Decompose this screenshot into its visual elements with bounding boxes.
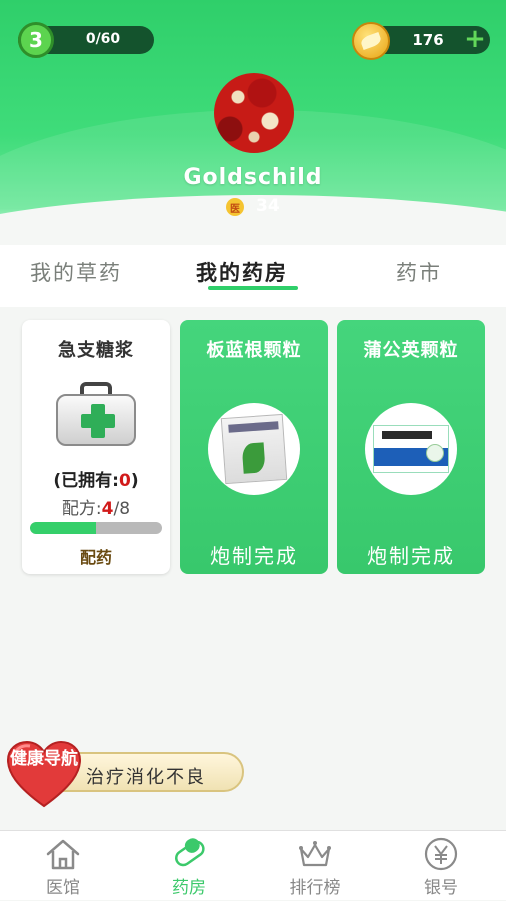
crown-icon [299,841,331,867]
nav-label: 药房 [172,878,206,898]
processing-complete-status: 炮制完成 [210,544,298,568]
banlangen-package-icon [208,403,300,495]
doctor-badge-icon: 医 [226,198,244,216]
tab-my-pharmacy[interactable]: 我的药房 [196,257,288,287]
dandelion-package-icon [365,403,457,495]
medicine-card-cough-syrup[interactable]: 急支糖浆 (已拥有:0) 配方:4/8 配药 [22,320,170,574]
add-coins-plus-icon[interactable]: + [464,26,486,52]
nav-item-leaderboard[interactable]: 排行榜 [252,831,378,901]
bottom-nav: 医馆 药房 排行榜 银号 [0,830,506,900]
username: Goldschild [183,165,323,190]
medicine-card-dandelion[interactable]: 蒲公英颗粒 炮制完成 [337,320,485,574]
medicine-card-banlangen[interactable]: 板蓝根颗粒 炮制完成 [180,320,328,574]
level-progress-text: 0/60 [85,31,121,47]
card-title: 急支糖浆 [58,340,134,361]
owned-count: (已拥有:0) [53,471,139,491]
avatar[interactable] [214,73,294,153]
first-aid-kit-icon [56,382,136,446]
nav-label: 医馆 [46,878,80,898]
yuan-coin-icon [424,837,458,871]
recipe-progress-text: 配方:4/8 [61,499,131,519]
recipe-progress-fill [30,522,96,534]
active-tab-indicator [208,286,298,290]
card-title: 蒲公英颗粒 [363,340,459,361]
tab-herb-market[interactable]: 药市 [396,257,442,287]
coin-balance: 176 [412,31,444,49]
nav-item-pharmacy[interactable]: 药房 [126,831,252,901]
tab-my-herbs[interactable]: 我的草药 [30,257,122,287]
nav-label: 排行榜 [289,878,341,898]
doctor-value: 34 [256,196,280,216]
nav-label: 银号 [424,878,458,898]
gold-coin-icon [352,22,390,60]
level-badge: 3 [18,22,54,58]
nav-item-clinic[interactable]: 医馆 [0,831,126,901]
processing-complete-status: 炮制完成 [367,544,455,568]
compound-button[interactable]: 配药 [22,544,170,568]
nav-item-bank[interactable]: 银号 [378,831,504,901]
health-nav-text[interactable]: 治疗消化不良 [86,763,206,789]
recipe-progress-bar [30,522,162,534]
card-title: 板蓝根颗粒 [206,340,302,361]
pill-icon [175,838,205,867]
health-nav-heart-label: 健康导航 [10,749,78,769]
house-icon [46,839,80,870]
tab-bar: 我的草药 我的药房 药市 [0,245,506,307]
